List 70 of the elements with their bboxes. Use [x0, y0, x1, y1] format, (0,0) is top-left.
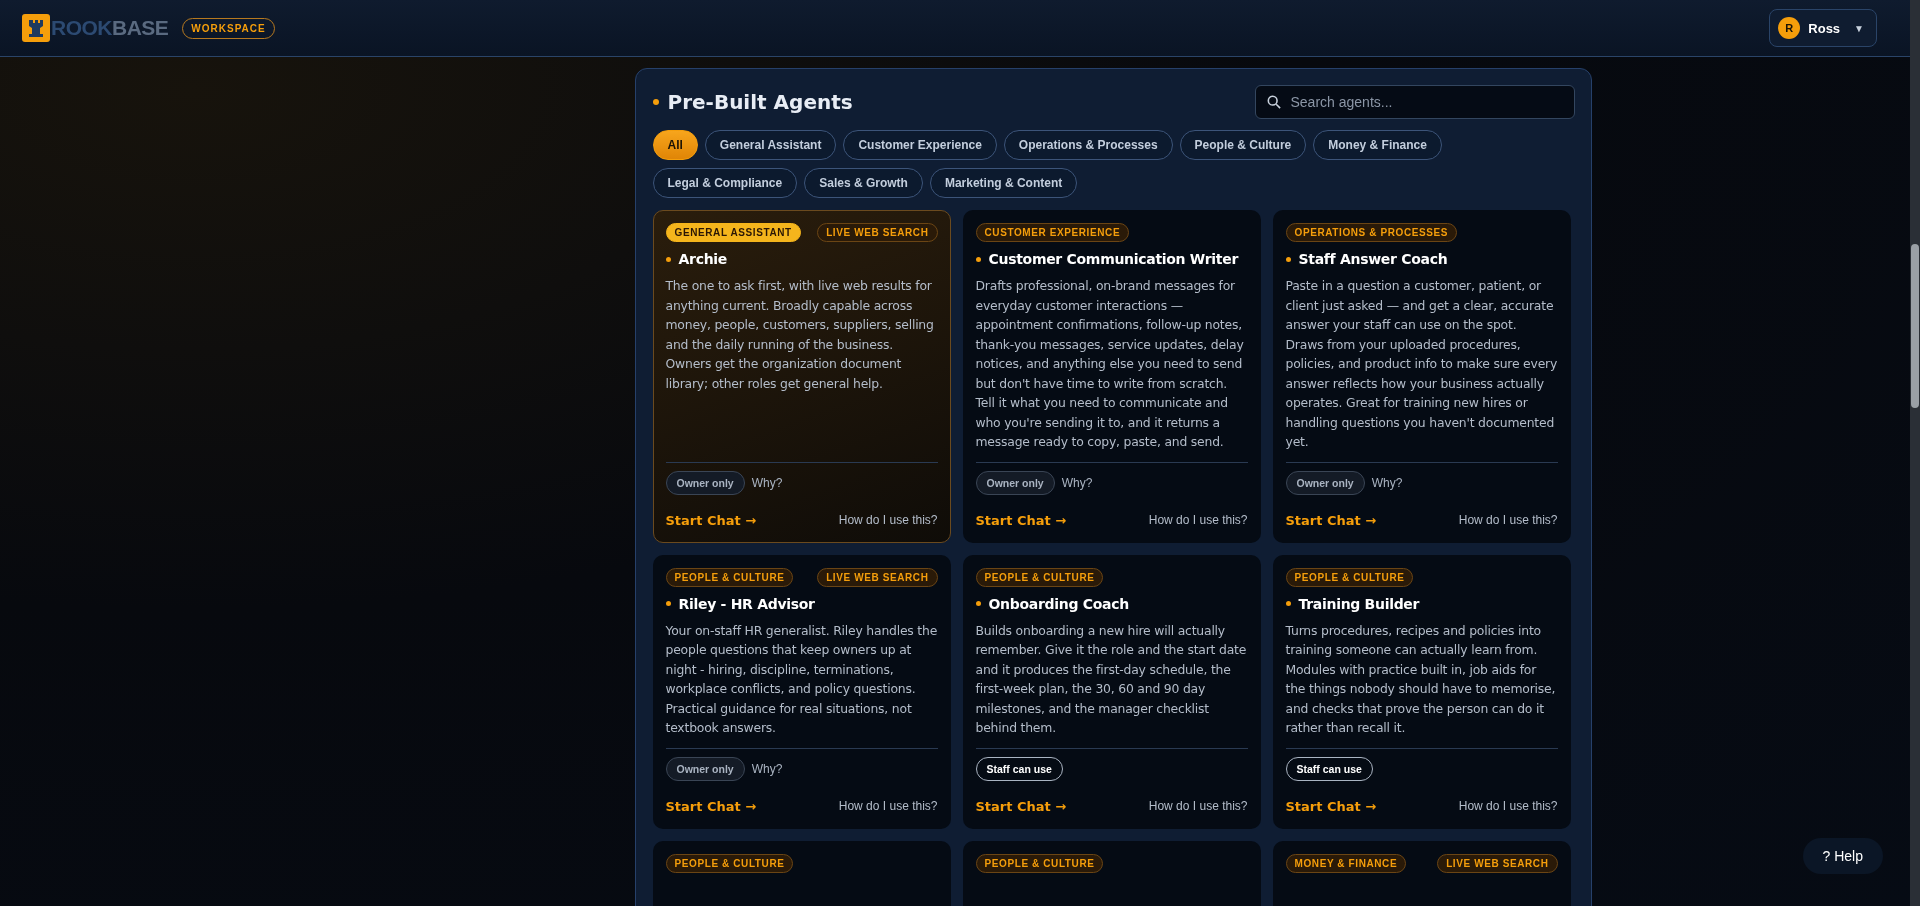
bullet-icon	[1285, 601, 1291, 606]
category-tag: PEOPLE & CULTURE	[665, 853, 794, 873]
bullet-icon	[975, 601, 981, 606]
agent-description: Builds onboarding a new hire will actually remember. Give it the role and the start date and it produces the first-day schedule, the first-week plan, the 30, 60 and 90 day milestones, and the manager checklist behind them.	[975, 621, 1248, 737]
category-tag: CUSTOMER EXPERIENCE	[975, 223, 1130, 242]
how-to-use-link[interactable]: How do I use this?	[1148, 513, 1248, 527]
user-menu-button[interactable]: R Ross ▼	[1769, 9, 1877, 47]
agent-description: The one to ask first, with live web results for anything current. Broadly capable across money, people, customers, suppliers, selling and the daily running of the business. Owners get the organization document library; other roles get general help.	[665, 277, 935, 393]
agent-description: Your on-staff HR generalist. Riley handles the people questions that keep owners up at night - hiring, discipline, terminations, workplace conflicts, and policy questions. Practical guidance for real situations, not textbook answers.	[665, 621, 938, 737]
how-to-use-link[interactable]: How do I use this?	[838, 799, 938, 813]
scrollbar[interactable]	[1910, 0, 1920, 906]
agent-name: Customer Communication Writer	[988, 251, 1239, 267]
filter-chip[interactable]: Legal & Compliance	[652, 168, 798, 198]
logo-wordmark: ROOKBASE	[51, 16, 169, 40]
agent-name: Training Builder	[1298, 595, 1420, 612]
search-field[interactable]: Search agents...	[1254, 85, 1575, 119]
how-to-use-link[interactable]: How do I use this?	[1458, 513, 1558, 527]
help-button[interactable]: ? Help	[1802, 838, 1883, 874]
start-chat-link[interactable]: Start Chat →	[665, 798, 757, 814]
filter-chip[interactable]: Marketing & Content	[929, 168, 1078, 198]
category-tag: PEOPLE & CULTURE	[665, 567, 794, 587]
agent-name: Archie	[678, 251, 727, 267]
filter-chip[interactable]: All	[652, 130, 698, 160]
bullet-icon	[1285, 256, 1291, 262]
rook-logo-icon	[22, 14, 50, 42]
filter-chip[interactable]: People & Culture	[1179, 130, 1307, 160]
agent-name: Riley - HR Advisor	[678, 595, 815, 612]
why-link[interactable]: Why?	[1061, 475, 1093, 490]
category-tag: GENERAL ASSISTANT	[665, 223, 801, 242]
category-tag: PEOPLE & CULTURE	[975, 567, 1104, 587]
category-tag: PEOPLE & CULTURE	[975, 853, 1104, 873]
why-link[interactable]: Why?	[751, 475, 783, 490]
category-tag: PEOPLE & CULTURE	[1285, 567, 1414, 587]
agent-description: Drafts professional, on-brand messages for everyday customer interactions — appointment confirmations, follow-up notes, thank-you messages, service updates, delay notices, and anything else you need to send but don't have time to write from scratch. Tell it what you need to communicate and who you're sending it to, and it returns a message ready to copy, paste, and send.	[975, 277, 1245, 451]
bullet-icon	[975, 256, 981, 262]
start-chat-link[interactable]: Start Chat →	[1285, 798, 1377, 814]
panel-title: Pre-Built Agents	[667, 90, 853, 114]
start-chat-link[interactable]: Start Chat →	[975, 798, 1067, 814]
access-badge: Owner only	[975, 470, 1055, 495]
scrollbar-thumb[interactable]	[1911, 244, 1919, 408]
live-web-search-tag: LIVE WEB SEARCH	[817, 567, 938, 587]
agent-name: Staff Answer Coach	[1298, 251, 1448, 267]
bullet-icon	[665, 256, 671, 262]
filter-chip[interactable]: Sales & Growth	[804, 168, 923, 198]
start-chat-link[interactable]: Start Chat →	[975, 512, 1067, 528]
filter-chip[interactable]: General Assistant	[704, 130, 837, 160]
category-tag: OPERATIONS & PROCESSES	[1285, 223, 1458, 242]
filter-chip[interactable]: Money & Finance	[1313, 130, 1442, 160]
filter-chip[interactable]: Customer Experience	[843, 130, 997, 160]
why-link[interactable]: Why?	[751, 761, 783, 776]
agent-description: Turns procedures, recipes and policies into training someone can actually learn from. Modules with practice built in, job aids for the things nobody should have to memorise, and checks that prove the person can do it rather than recall it.	[1285, 621, 1557, 737]
access-badge: Owner only	[665, 756, 745, 781]
start-chat-link[interactable]: Start Chat →	[665, 512, 757, 528]
access-badge: Owner only	[1285, 470, 1365, 495]
how-to-use-link[interactable]: How do I use this?	[1148, 799, 1248, 813]
category-tag: MONEY & FINANCE	[1285, 853, 1407, 873]
filter-chip[interactable]: Operations & Processes	[1003, 130, 1173, 160]
start-chat-link[interactable]: Start Chat →	[1285, 512, 1377, 528]
user-avatar: R	[1778, 17, 1801, 39]
live-web-search-tag: LIVE WEB SEARCH	[1437, 853, 1558, 873]
how-to-use-link[interactable]: How do I use this?	[838, 513, 938, 527]
how-to-use-link[interactable]: How do I use this?	[1458, 799, 1558, 813]
access-badge: Owner only	[665, 470, 745, 495]
bullet-icon	[665, 601, 671, 606]
agent-description: Paste in a question a customer, patient, or client just asked — and get a clear, accurate answer your staff can use on the spot. Draws from your uploaded procedures, policies, and product info to make sure every answer reflects how your business actually operates. Great for training new hires or handling questions you haven't documented yet.	[1285, 277, 1558, 451]
why-link[interactable]: Why?	[1371, 475, 1403, 490]
agent-name: Onboarding Coach	[988, 595, 1129, 612]
live-web-search-tag: LIVE WEB SEARCH	[817, 223, 938, 242]
caret-icon: ▼	[1854, 22, 1864, 34]
bullet-icon	[652, 99, 659, 105]
